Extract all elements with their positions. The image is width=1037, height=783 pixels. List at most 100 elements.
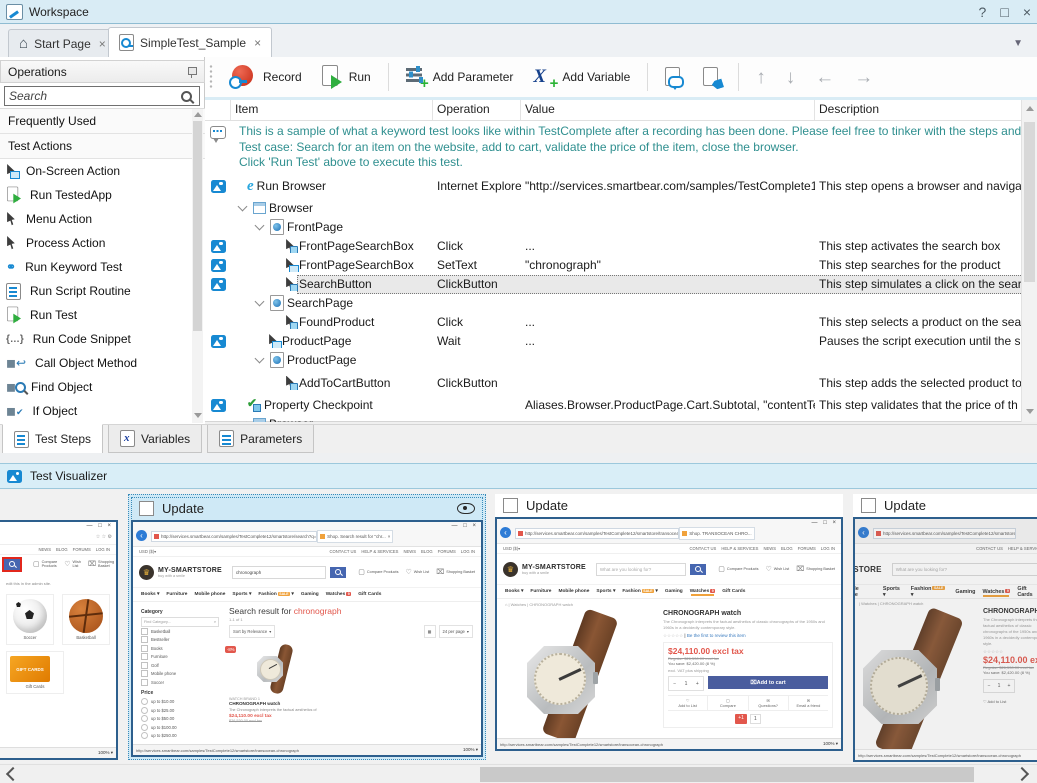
operation-run-test[interactable]: Run Test <box>0 303 205 327</box>
test-step-row-selected[interactable]: SearchButton ClickButton This step simul… <box>205 275 1037 294</box>
operation-run-script-routine[interactable]: Run Script Routine <box>0 279 205 303</box>
mini-search-input[interactable]: chronograph <box>232 566 326 579</box>
mini-browser-tab[interactable]: Shop. TRANSOCEAN CHRO... × <box>679 527 755 540</box>
category-filter[interactable]: Soccer <box>141 678 219 687</box>
view-toggle[interactable]: ▦ <box>424 625 436 638</box>
maximize-button[interactable]: □ <box>1000 4 1008 20</box>
product-card-giftcards[interactable]: GIFT CARDS Gift Cards <box>6 651 64 694</box>
operation-if-object[interactable]: ◼✔If Object <box>0 399 205 423</box>
nav-item[interactable]: FashionSALE ▾ <box>258 592 293 597</box>
price-filter[interactable]: up to $50.00 <box>141 715 219 724</box>
price-filter[interactable]: up to $10.00 <box>141 698 219 707</box>
mini-link[interactable]: FORUMS <box>798 546 816 551</box>
grid-vertical-scrollbar[interactable] <box>1021 100 1037 422</box>
visualizer-thumbnail-search-selected[interactable]: Update — □ × ‹ http://services.smartbear… <box>128 494 486 760</box>
mini-link[interactable]: BLOG <box>56 547 68 552</box>
grid-header-description[interactable]: Description <box>815 100 1037 120</box>
highlighted-search-button[interactable] <box>4 559 20 570</box>
operation-on-screen-action[interactable]: On-Screen Action <box>0 159 205 183</box>
nav-item[interactable]: Gift Cards <box>722 589 745 594</box>
panel-splitter[interactable] <box>0 453 1037 463</box>
mini-link[interactable]: BLOG <box>421 549 433 554</box>
close-button[interactable]: × <box>1023 4 1031 20</box>
scroll-left-icon[interactable] <box>6 767 20 781</box>
operation-process-action[interactable]: Process Action <box>0 231 205 255</box>
card-name[interactable]: CHRONOGRAPH watch <box>229 701 321 706</box>
expand-chevron-icon[interactable] <box>255 221 265 231</box>
move-right-button[interactable]: → <box>848 65 879 90</box>
expand-chevron-icon[interactable] <box>238 202 248 212</box>
mini-back-icon[interactable]: ‹ <box>500 527 511 538</box>
nav-item[interactable]: Furniture <box>166 592 187 597</box>
update-checkbox[interactable] <box>139 501 154 516</box>
nav-item-watches[interactable]: Watches9 <box>690 589 716 594</box>
group-row[interactable]: Browser <box>205 415 1037 423</box>
operation-menu-action[interactable]: Menu Action <box>0 207 205 231</box>
nav-item[interactable]: Gaming <box>301 592 319 597</box>
mini-link[interactable]: BLOG <box>781 546 793 551</box>
scroll-down-icon[interactable] <box>194 413 202 418</box>
wish-list-icon[interactable]: ♡Wish List <box>766 565 790 573</box>
comment-row[interactable]: This is a sample of what a keyword test … <box>205 121 1037 174</box>
price-filter[interactable]: up to $250.00 <box>141 732 219 741</box>
visualizer-frame-icon[interactable] <box>211 335 226 348</box>
compare-products-icon[interactable]: ▢Compare Products <box>718 565 758 573</box>
operation-run-code-snippet[interactable]: {…}Run Code Snippet <box>0 327 205 351</box>
shopping-basket-icon[interactable]: ⌧Shopping Basket <box>88 560 114 568</box>
review-link[interactable]: Be the first to review this item <box>687 633 746 638</box>
move-up-button[interactable]: ↑ <box>750 65 772 90</box>
nav-item[interactable]: Gaming <box>665 589 683 594</box>
mini-url-bar[interactable]: http://services.smartbear.com/samples/Te… <box>151 531 317 542</box>
group-row[interactable]: SearchPage <box>205 294 1037 313</box>
shopping-basket-icon[interactable]: ⌧Shopping Basket <box>436 568 475 576</box>
category-filter[interactable]: Mobile phone <box>141 670 219 679</box>
test-step-row[interactable]: FoundProduct Click ... This step selects… <box>205 313 1037 332</box>
group-row[interactable]: FrontPage <box>205 218 1037 237</box>
add-parameter-button[interactable]: + Add Parameter <box>400 63 520 91</box>
mini-search-input[interactable]: What are you looking for? <box>596 563 686 576</box>
record-button[interactable]: Record <box>223 62 308 92</box>
scroll-up-icon[interactable] <box>194 112 202 117</box>
nav-item[interactable]: Books ▾ <box>505 589 523 594</box>
operations-scrollbar[interactable] <box>192 109 203 423</box>
add-variable-button[interactable]: X+ Add Variable <box>527 63 636 91</box>
tab-variables[interactable]: Variables <box>108 425 202 453</box>
grid-header-operation[interactable]: Operation <box>433 100 521 120</box>
visualizer-thumbnail-product-zoom[interactable]: Update ‹ http://services.smartbear.com/s… <box>853 494 1037 762</box>
grid-header-value[interactable]: Value <box>521 100 815 120</box>
nav-item[interactable]: Mobile phone <box>194 592 225 597</box>
visualizer-frame-icon[interactable] <box>211 278 226 291</box>
move-down-button[interactable]: ↓ <box>780 65 802 90</box>
product-card-basketball[interactable]: Basketball <box>62 594 110 645</box>
mini-link[interactable]: CONTACT US <box>330 549 357 554</box>
run-button[interactable]: Run <box>316 62 377 92</box>
operation-find-object[interactable]: ◼Find Object <box>0 375 205 399</box>
test-step-row[interactable]: ProductPage Wait ... Pauses the script e… <box>205 332 1037 351</box>
mini-link[interactable]: FORUMS <box>73 547 91 552</box>
nav-item[interactable]: Mobile phone <box>558 589 589 594</box>
scroll-down-icon[interactable] <box>1026 409 1034 414</box>
visualizer-frame-icon[interactable] <box>211 180 226 193</box>
compare-products-icon[interactable]: ▢Compare Products <box>358 568 398 576</box>
operations-section-frequently-used[interactable]: Frequently Used <box>0 109 205 134</box>
mini-link[interactable]: HELP & SERVICES <box>721 546 758 551</box>
mini-link[interactable]: NEWS <box>38 547 51 552</box>
nav-item[interactable]: FashionSALE ▾ <box>622 589 657 594</box>
visualizer-frame-icon[interactable] <box>211 399 226 412</box>
price-filter[interactable]: up to $25.00 <box>141 706 219 715</box>
nav-item[interactable]: Sports ▾ <box>232 592 251 597</box>
operation-run-keyword-test[interactable]: ⚭Run Keyword Test <box>0 255 205 279</box>
mini-link[interactable]: LOG IN <box>461 549 475 554</box>
mini-browser-tab[interactable]: Shop. Search result for "chr... × <box>317 530 393 543</box>
nav-item[interactable]: Furniture <box>530 589 551 594</box>
mini-search-button[interactable] <box>330 567 346 578</box>
tab-overflow-chevron-icon[interactable]: ▼ <box>1013 38 1023 49</box>
tab-test-steps[interactable]: Test Steps <box>2 424 103 454</box>
category-filter[interactable]: Basketball <box>141 627 219 636</box>
mini-link[interactable]: CONTACT US <box>690 546 717 551</box>
find-category-input[interactable]: Find Category...⌕ <box>141 617 219 627</box>
expand-chevron-icon[interactable] <box>238 418 248 422</box>
shopping-basket-icon[interactable]: ⌧Shopping Basket <box>796 565 835 573</box>
tab-simpletest-close-icon[interactable]: × <box>254 36 261 50</box>
search-result-card[interactable]: -8% WATCH BRAND 1 CHRONOGRAPH watch The … <box>229 644 321 723</box>
